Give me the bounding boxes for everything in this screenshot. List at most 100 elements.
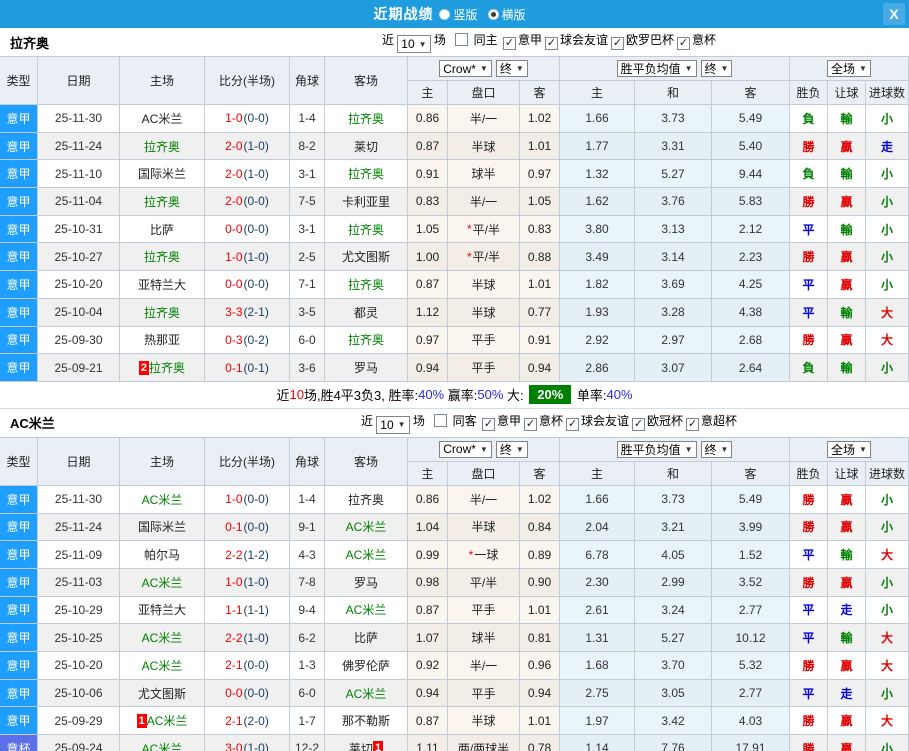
match-type[interactable]: 意甲 bbox=[0, 160, 38, 189]
home-team[interactable]: 亚特兰大 bbox=[120, 271, 205, 299]
match-type[interactable]: 意甲 bbox=[0, 513, 38, 542]
match-type[interactable]: 意甲 bbox=[0, 485, 38, 514]
away-team[interactable]: 卡利亚里 bbox=[325, 188, 408, 216]
match-count-select[interactable]: 10 bbox=[397, 35, 431, 53]
match-type[interactable]: 意甲 bbox=[0, 596, 38, 625]
same-venue-checkbox[interactable] bbox=[434, 413, 448, 427]
checkbox-icon[interactable] bbox=[611, 37, 625, 50]
vertical-layout-radio[interactable] bbox=[439, 8, 451, 20]
away-team[interactable]: 尤文图斯 bbox=[325, 243, 408, 272]
checkbox-icon[interactable] bbox=[481, 417, 495, 431]
checkbox-icon[interactable] bbox=[502, 37, 516, 50]
checkbox-icon[interactable] bbox=[632, 417, 646, 431]
away-team[interactable]: 佛罗伦萨 bbox=[325, 652, 408, 680]
home-team[interactable]: 拉齐奥 bbox=[120, 132, 205, 161]
checkbox-icon[interactable] bbox=[545, 37, 558, 50]
home-team[interactable]: 2 拉齐奥 bbox=[120, 354, 205, 382]
fulltime-score: 3-3 bbox=[225, 305, 243, 320]
match-type[interactable]: 意甲 bbox=[0, 105, 38, 133]
home-team[interactable]: 尤文图斯 bbox=[120, 679, 205, 708]
home-team[interactable]: 拉齐奥 bbox=[120, 243, 205, 272]
home-team[interactable]: 亚特兰大 bbox=[120, 596, 205, 625]
match-type[interactable]: 意甲 bbox=[0, 568, 38, 597]
league-filter[interactable]: 欧冠杯 bbox=[630, 414, 683, 431]
final-odds-select[interactable]: 终 bbox=[700, 60, 733, 77]
match-type[interactable]: 意甲 bbox=[0, 188, 38, 216]
average-odds-select[interactable]: 胜平负均值 bbox=[616, 440, 697, 458]
league-filter[interactable]: 球会友谊 bbox=[564, 414, 629, 431]
close-icon[interactable]: X bbox=[883, 3, 905, 25]
checkbox-icon[interactable] bbox=[686, 417, 700, 431]
final-odds-select[interactable]: 终 bbox=[700, 440, 733, 458]
match-type[interactable]: 意甲 bbox=[0, 707, 38, 736]
league-filter[interactable]: 球会友谊 bbox=[543, 33, 608, 50]
euro-draw-odds: 3.13 bbox=[635, 215, 712, 244]
final-odds-select[interactable]: 终 bbox=[495, 60, 528, 77]
bookmaker-select[interactable]: Crow* bbox=[439, 440, 492, 458]
vertical-layout-label[interactable]: 竖版 bbox=[453, 6, 477, 23]
scope-select[interactable]: 全场 bbox=[827, 440, 871, 458]
away-team[interactable]: 拉齐奥 bbox=[325, 271, 408, 299]
away-team[interactable]: 莱切 1 bbox=[325, 735, 408, 751]
match-type[interactable]: 意甲 bbox=[0, 652, 38, 680]
home-team[interactable]: 国际米兰 bbox=[120, 513, 205, 542]
away-team[interactable]: 比萨 bbox=[325, 624, 408, 652]
match-count-select[interactable]: 10 bbox=[376, 415, 410, 434]
home-team[interactable]: 热那亚 bbox=[120, 326, 205, 355]
league-filter[interactable]: 欧罗巴杯 bbox=[609, 33, 674, 50]
home-team[interactable]: 比萨 bbox=[120, 215, 205, 244]
final-odds-select[interactable]: 终 bbox=[495, 440, 528, 458]
match-type[interactable]: 意甲 bbox=[0, 215, 38, 244]
corner-score: 1-4 bbox=[290, 485, 325, 514]
home-team[interactable]: 帕尔马 bbox=[120, 541, 205, 569]
bookmaker-select[interactable]: Crow* bbox=[439, 60, 492, 77]
home-team[interactable]: AC米兰 bbox=[120, 568, 205, 597]
match-type[interactable]: 意甲 bbox=[0, 354, 38, 382]
away-team[interactable]: 都灵 bbox=[325, 298, 408, 327]
league-filter[interactable]: 意杯 bbox=[675, 33, 716, 50]
match-type[interactable]: 意甲 bbox=[0, 243, 38, 272]
home-team[interactable]: 国际米兰 bbox=[120, 160, 205, 189]
away-team[interactable]: 拉齐奥 bbox=[325, 105, 408, 133]
league-filter[interactable]: 意杯 bbox=[522, 414, 563, 431]
home-team[interactable]: 拉齐奥 bbox=[120, 188, 205, 216]
away-team[interactable]: 拉齐奥 bbox=[325, 215, 408, 244]
away-team[interactable]: 拉齐奥 bbox=[325, 326, 408, 355]
scope-select[interactable]: 全场 bbox=[827, 60, 871, 77]
match-type[interactable]: 意甲 bbox=[0, 271, 38, 299]
away-team[interactable]: 那不勒斯 bbox=[325, 707, 408, 736]
away-team[interactable]: 拉齐奥 bbox=[325, 485, 408, 514]
checkbox-icon[interactable] bbox=[524, 417, 537, 431]
away-team[interactable]: 莱切 bbox=[325, 132, 408, 161]
match-type[interactable]: 意甲 bbox=[0, 132, 38, 161]
home-team[interactable]: AC米兰 bbox=[120, 624, 205, 652]
home-team[interactable]: AC米兰 bbox=[120, 485, 205, 514]
home-team[interactable]: 拉齐奥 bbox=[120, 298, 205, 327]
match-type[interactable]: 意甲 bbox=[0, 298, 38, 327]
away-team[interactable]: AC米兰 bbox=[325, 596, 408, 625]
match-type[interactable]: 意杯 bbox=[0, 735, 38, 751]
league-filter[interactable]: 意甲 bbox=[480, 414, 521, 431]
home-team[interactable]: AC米兰 bbox=[120, 652, 205, 680]
league-filter[interactable]: 意甲 bbox=[501, 33, 542, 50]
away-team[interactable]: AC米兰 bbox=[325, 513, 408, 542]
home-team[interactable]: AC米兰 bbox=[120, 105, 205, 133]
match-type[interactable]: 意甲 bbox=[0, 624, 38, 652]
horizontal-layout-label[interactable]: 横版 bbox=[502, 6, 526, 23]
away-team[interactable]: 拉齐奥 bbox=[325, 160, 408, 189]
away-team[interactable]: AC米兰 bbox=[325, 541, 408, 569]
same-venue-checkbox[interactable] bbox=[455, 33, 469, 46]
match-type[interactable]: 意甲 bbox=[0, 326, 38, 355]
horizontal-layout-radio[interactable] bbox=[487, 8, 499, 20]
match-type[interactable]: 意甲 bbox=[0, 679, 38, 708]
checkbox-icon[interactable] bbox=[677, 37, 691, 50]
home-team[interactable]: 1 AC米兰 bbox=[120, 707, 205, 736]
away-team[interactable]: AC米兰 bbox=[325, 679, 408, 708]
match-type[interactable]: 意甲 bbox=[0, 541, 38, 569]
away-team[interactable]: 罗马 bbox=[325, 354, 408, 382]
checkbox-icon[interactable] bbox=[566, 417, 580, 431]
league-filter[interactable]: 意超杯 bbox=[684, 414, 737, 431]
away-team[interactable]: 罗马 bbox=[325, 568, 408, 597]
average-odds-select[interactable]: 胜平负均值 bbox=[616, 60, 697, 77]
home-team[interactable]: AC米兰 bbox=[120, 735, 205, 751]
